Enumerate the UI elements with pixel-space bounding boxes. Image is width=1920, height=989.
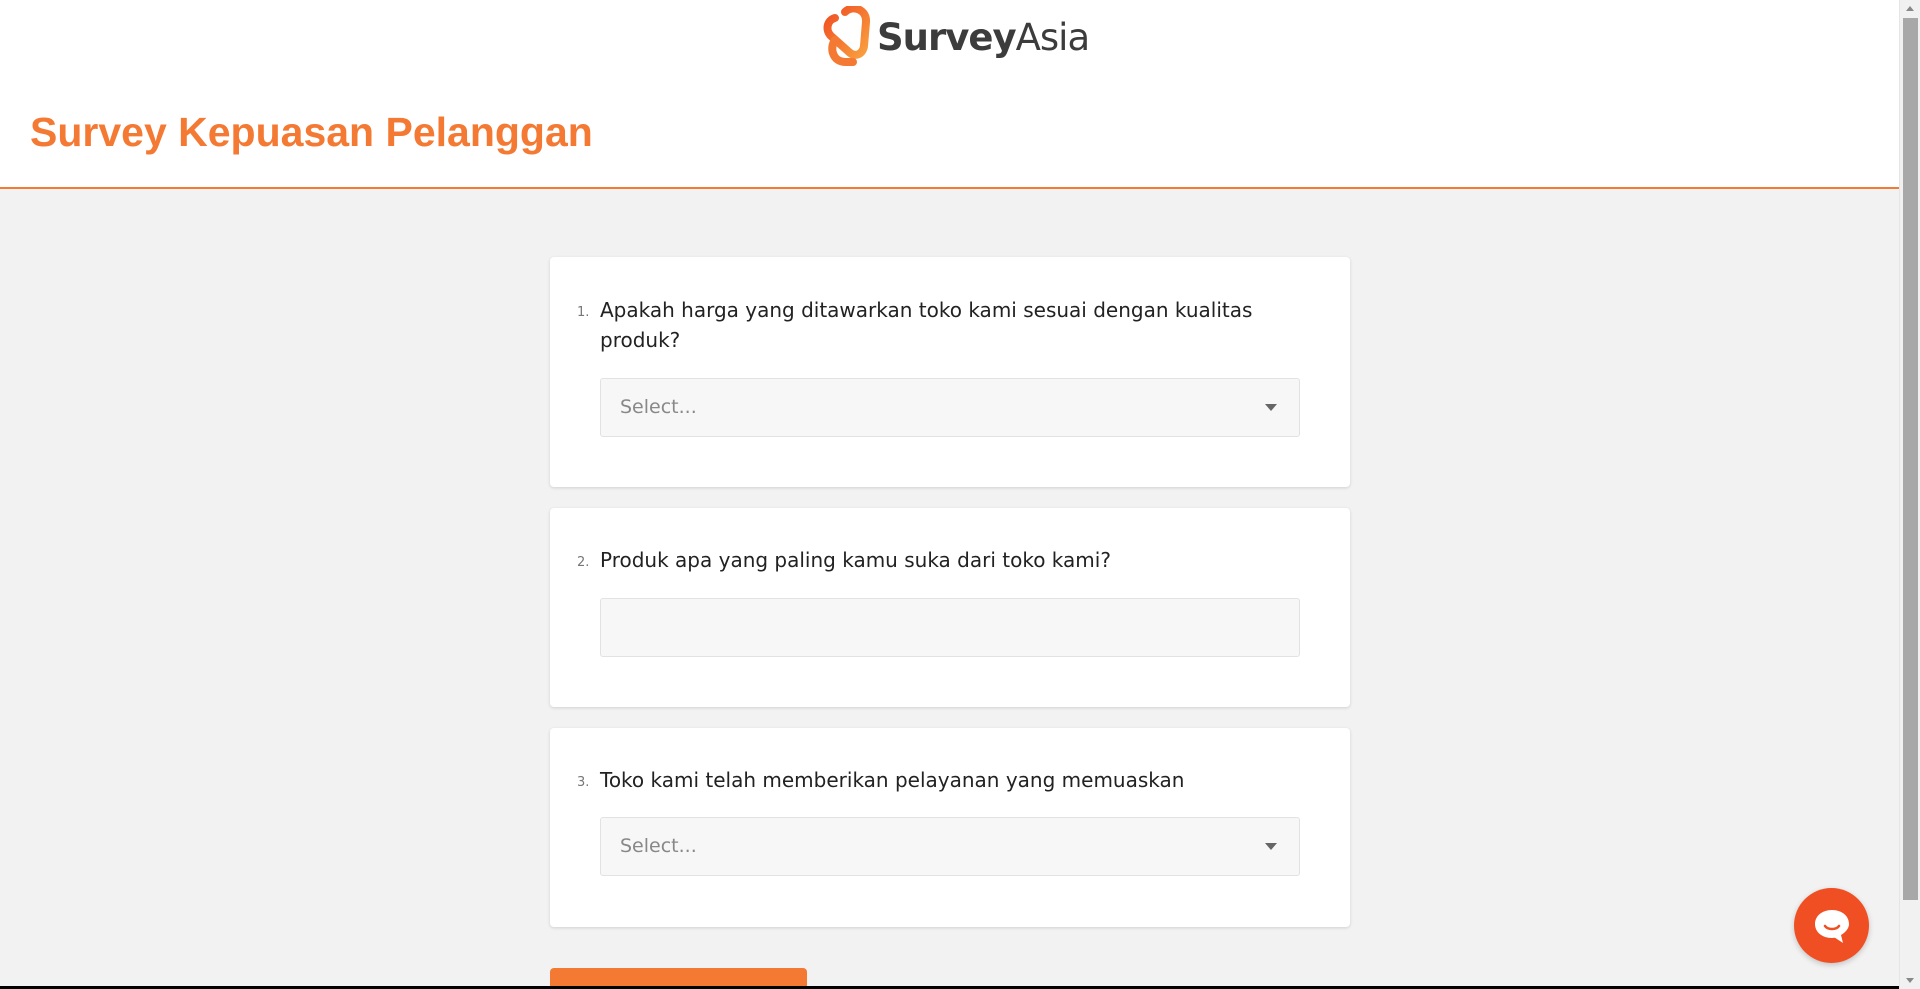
surveyasia-logo-icon [823,6,870,66]
chat-button[interactable] [1794,888,1869,963]
question-text: Toko kami telah memberikan pelayanan yan… [600,768,1185,792]
surveyasia-logo[interactable]: SurveyAsia [823,6,1091,68]
logo-text-light: Asia [1015,15,1091,59]
question-text: Produk apa yang paling kamu suka dari to… [600,548,1111,572]
select-placeholder: Select... [620,396,697,418]
question-text: Apakah harga yang ditawarkan toko kami s… [600,298,1253,352]
answer-select[interactable]: Select... [600,817,1300,876]
page-header: SurveyAsia Survey Kepuasan Pelanggan [0,0,1899,189]
chevron-down-icon [1265,404,1277,411]
page-title: Survey Kepuasan Pelanggan [30,109,593,155]
vertical-scrollbar[interactable] [1899,0,1920,989]
answer-text-input[interactable] [600,598,1300,657]
scroll-up-arrow-icon[interactable] [1906,6,1914,11]
question-card: 1. Apakah harga yang ditawarkan toko kam… [550,257,1350,487]
question-number: 2. [577,555,590,570]
question-number: 3. [577,775,590,790]
question-card: 3. Toko kami telah memberikan pelayanan … [550,728,1350,927]
scroll-down-arrow-icon[interactable] [1906,978,1914,983]
logo-text-bold: Survey [877,15,1017,59]
chat-bubble-icon [1815,910,1849,943]
chevron-down-icon [1265,843,1277,850]
select-placeholder: Select... [620,835,697,857]
question-card: 2. Produk apa yang paling kamu suka dari… [550,508,1350,707]
answer-select[interactable]: Select... [600,378,1300,437]
logo-wordmark: SurveyAsia [877,15,1091,59]
question-number: 1. [577,305,590,320]
scrollbar-thumb[interactable] [1903,18,1918,900]
